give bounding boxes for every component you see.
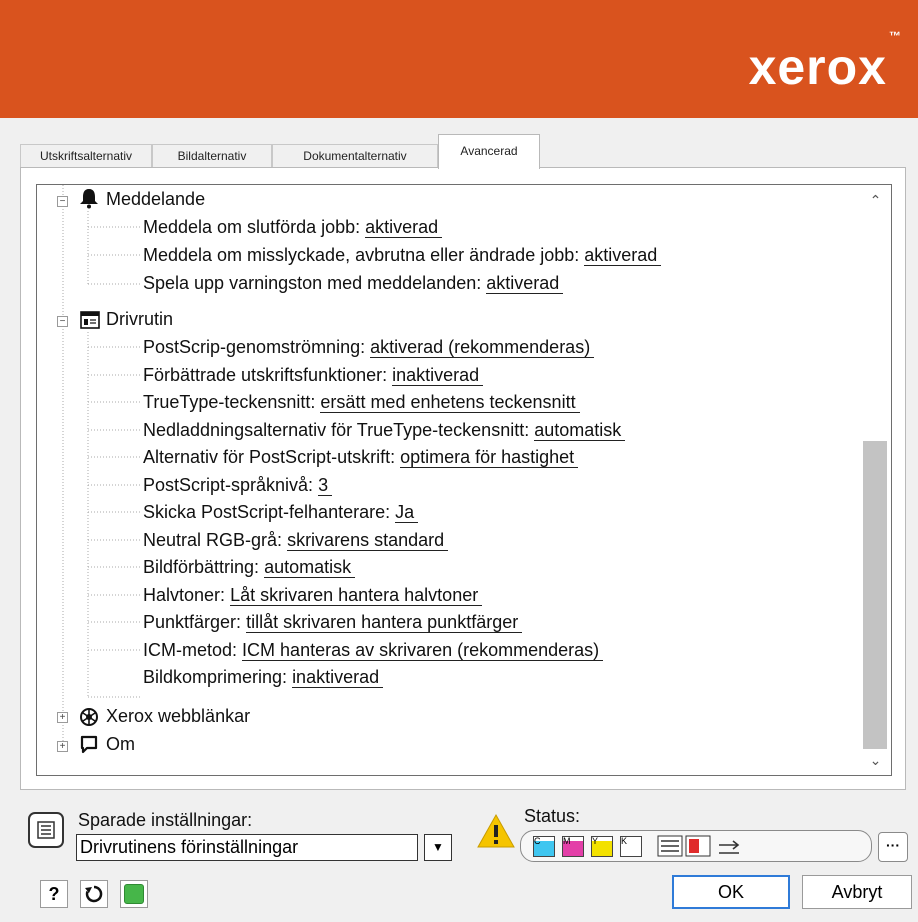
toner-cyan: C — [533, 836, 555, 857]
saved-settings-select[interactable]: Drivrutinens förinställningar — [76, 834, 418, 861]
status-panel[interactable]: C M Y K — [520, 830, 872, 862]
driver-icon — [80, 311, 100, 329]
advanced-panel: − Meddelande Meddela om slutförda jobb: … — [20, 167, 906, 790]
tray-icon — [657, 835, 683, 857]
toner-black: K — [620, 836, 642, 857]
tree-scrollbar[interactable]: ⌃ ⌄ — [860, 185, 891, 775]
group-about[interactable]: Om — [106, 731, 135, 757]
setting-value[interactable]: 3 — [318, 475, 333, 496]
setting-value[interactable]: skrivarens standard — [287, 530, 449, 551]
reset-icon — [85, 885, 103, 903]
tab-advanced[interactable]: Avancerad — [438, 134, 540, 169]
status-more-button[interactable]: ··· — [878, 832, 908, 862]
setting-value[interactable]: aktiverad — [584, 245, 662, 266]
setting-postscript-level[interactable]: PostScript-språknivå: 3 — [143, 472, 333, 498]
xerox-logo: xerox™ — [748, 29, 902, 95]
expand-about-button[interactable]: + — [57, 741, 68, 752]
collapse-driver-button[interactable]: − — [57, 316, 68, 327]
settings-tree[interactable]: − Meddelande Meddela om slutförda jobb: … — [36, 184, 892, 776]
setting-value[interactable]: ICM hanteras av skrivaren (rekommenderas… — [242, 640, 604, 661]
help-button[interactable]: ? — [40, 880, 68, 908]
setting-icm-method[interactable]: ICM-metod: ICM hanteras av skrivaren (re… — [143, 637, 604, 663]
setting-postscript-passthrough[interactable]: PostScrip-genomströmning: aktiverad (rek… — [143, 334, 595, 360]
warning-icon — [477, 813, 515, 848]
setting-postscript-output[interactable]: Alternativ för PostScript-utskrift: opti… — [143, 444, 579, 470]
group-driver[interactable]: Drivrutin — [106, 306, 173, 332]
toner-magenta: M — [562, 836, 584, 857]
setting-value[interactable]: automatisk — [264, 557, 356, 578]
setting-neutral-rgb-gray[interactable]: Neutral RGB-grå: skrivarens standard — [143, 527, 449, 553]
setting-alert-sound[interactable]: Spela upp varningston med meddelanden: a… — [143, 270, 564, 296]
scroll-thumb[interactable] — [863, 441, 887, 749]
saved-settings-icon[interactable] — [28, 812, 64, 848]
bell-icon — [80, 189, 98, 209]
group-weblinks[interactable]: Xerox webblänkar — [106, 703, 250, 729]
setting-error-handler[interactable]: Skicka PostScript-felhanterare: Ja — [143, 499, 419, 525]
setting-value[interactable]: Låt skrivaren hantera halvtoner — [230, 585, 483, 606]
eco-button[interactable] — [120, 880, 148, 908]
setting-value[interactable]: optimera för hastighet — [400, 447, 579, 468]
output-arrow-icon — [719, 840, 740, 854]
ok-button[interactable]: OK — [672, 875, 790, 909]
setting-truetype-download[interactable]: Nedladdningsalternativ för TrueType-teck… — [143, 417, 626, 443]
toner-yellow: Y — [591, 836, 613, 857]
collapse-notification-button[interactable]: − — [57, 196, 68, 207]
eco-icon — [124, 884, 144, 904]
setting-value[interactable]: tillåt skrivaren hantera punktfärger — [246, 612, 523, 633]
reset-button[interactable] — [80, 880, 108, 908]
setting-notify-completed[interactable]: Meddela om slutförda jobb: aktiverad — [143, 214, 443, 240]
globe-link-icon — [80, 708, 98, 726]
brand-header: xerox™ — [0, 0, 918, 118]
setting-image-compression[interactable]: Bildkomprimering: inaktiverad — [143, 664, 384, 690]
setting-value[interactable]: inaktiverad — [392, 365, 484, 386]
saved-settings-label: Sparade inställningar: — [78, 810, 253, 830]
setting-image-enhancement[interactable]: Bildförbättring: automatisk — [143, 554, 356, 580]
speech-bubble-icon — [80, 735, 98, 754]
expand-weblinks-button[interactable]: + — [57, 712, 68, 723]
scroll-down-arrow[interactable]: ⌄ — [860, 745, 891, 775]
status-label: Status: — [524, 806, 581, 826]
setting-value[interactable]: Ja — [395, 502, 419, 523]
cancel-button[interactable]: Avbryt — [802, 875, 912, 909]
scroll-up-arrow[interactable]: ⌃ — [860, 185, 891, 215]
tab-print-options[interactable]: Utskriftsalternativ — [20, 144, 152, 168]
setting-truetype-fonts[interactable]: TrueType-teckensnitt: ersätt med enheten… — [143, 389, 580, 415]
setting-value[interactable]: aktiverad — [486, 273, 564, 294]
setting-value[interactable]: inaktiverad — [292, 667, 384, 688]
group-notification[interactable]: Meddelande — [106, 186, 205, 212]
list-icon — [37, 821, 55, 839]
saved-settings-dropdown-button[interactable]: ▼ — [424, 834, 452, 861]
setting-spot-colors[interactable]: Punktfärger: tillåt skrivaren hantera pu… — [143, 609, 523, 635]
setting-halftones[interactable]: Halvtoner: Låt skrivaren hantera halvton… — [143, 582, 483, 608]
tray-error-icon — [685, 835, 711, 857]
setting-notify-failed[interactable]: Meddela om misslyckade, avbrutna eller ä… — [143, 242, 662, 268]
tab-image-options[interactable]: Bildalternativ — [152, 144, 272, 168]
setting-enhanced-print-features[interactable]: Förbättrade utskriftsfunktioner: inaktiv… — [143, 362, 484, 388]
setting-value[interactable]: automatisk — [534, 420, 626, 441]
setting-value[interactable]: aktiverad — [365, 217, 443, 238]
setting-value[interactable]: ersätt med enhetens teckensnitt — [320, 392, 580, 413]
setting-value[interactable]: aktiverad (rekommenderas) — [370, 337, 595, 358]
tab-document-options[interactable]: Dokumentalternativ — [272, 144, 438, 168]
